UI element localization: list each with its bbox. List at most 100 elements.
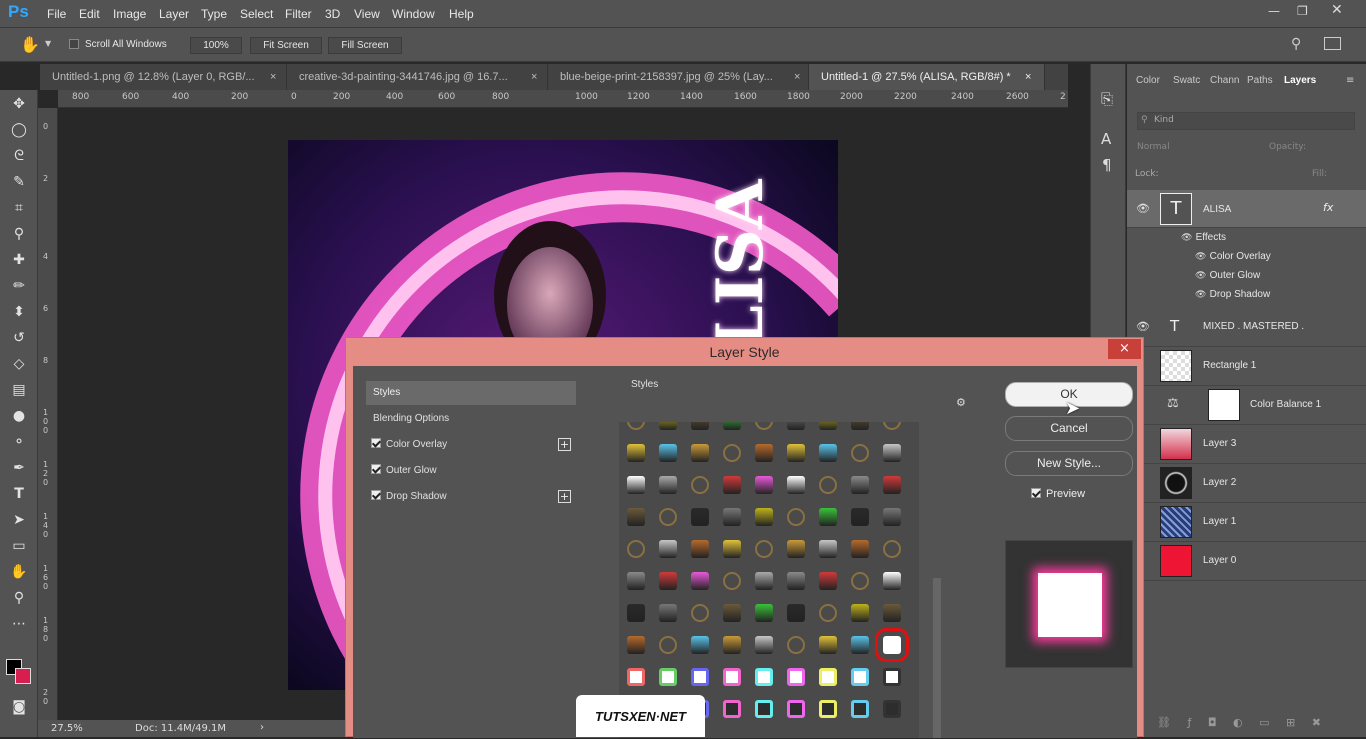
style-swatch[interactable] bbox=[883, 422, 901, 430]
paragraph-panel-icon[interactable]: ¶ bbox=[1102, 156, 1112, 174]
style-swatch[interactable] bbox=[723, 636, 741, 654]
add-drop-shadow-button[interactable]: + bbox=[558, 490, 571, 503]
style-swatch[interactable] bbox=[755, 700, 773, 718]
style-swatch[interactable] bbox=[659, 572, 677, 590]
style-swatch[interactable] bbox=[755, 476, 773, 494]
quick-mask-icon[interactable]: ◙ bbox=[8, 696, 30, 718]
quick-select-icon[interactable]: ✎ bbox=[8, 171, 30, 193]
style-swatch[interactable] bbox=[819, 668, 837, 686]
close-tab-icon[interactable]: × bbox=[1025, 64, 1031, 90]
minimize-icon[interactable]: — bbox=[1268, 4, 1280, 18]
history-panel-icon[interactable]: ⎘ bbox=[1101, 90, 1113, 108]
style-swatch[interactable] bbox=[755, 604, 773, 622]
menu-file[interactable]: File bbox=[47, 7, 66, 21]
pen-tool-icon[interactable]: ✒ bbox=[8, 457, 30, 479]
layers-footer-icons[interactable]: ⛓ ƒ ◘ ◐ ▭ ⊞ ✖ bbox=[1157, 716, 1321, 729]
style-swatch[interactable] bbox=[755, 668, 773, 686]
close-tab-icon[interactable]: × bbox=[270, 64, 276, 90]
style-swatch[interactable] bbox=[723, 422, 741, 430]
style-swatch[interactable] bbox=[627, 604, 645, 622]
style-swatch[interactable] bbox=[787, 476, 805, 494]
checkbox[interactable] bbox=[371, 464, 381, 475]
style-swatch[interactable] bbox=[819, 508, 837, 526]
effect-drop-shadow[interactable]: 👁 Drop Shadow bbox=[1195, 289, 1270, 300]
style-swatch[interactable] bbox=[691, 572, 709, 590]
blend-mode[interactable]: Normal bbox=[1137, 142, 1170, 152]
tab-untitled-png[interactable]: Untitled-1.png @ 12.8% (Layer 0, RGB/...… bbox=[40, 64, 287, 90]
style-swatch[interactable] bbox=[819, 540, 837, 558]
close-tab-icon[interactable]: × bbox=[531, 64, 537, 90]
menu-3d[interactable]: 3D bbox=[325, 7, 340, 21]
tab-color[interactable]: Color bbox=[1136, 75, 1160, 86]
layer-row-layer-2[interactable]: Layer 2 bbox=[1127, 464, 1366, 503]
style-swatch[interactable] bbox=[723, 540, 741, 558]
style-swatch[interactable] bbox=[627, 668, 645, 686]
scroll-all-checkbox[interactable] bbox=[69, 39, 79, 49]
style-swatch[interactable] bbox=[819, 636, 837, 654]
style-swatch[interactable] bbox=[851, 422, 869, 430]
style-swatch[interactable] bbox=[691, 604, 709, 622]
style-swatch[interactable] bbox=[723, 444, 741, 462]
style-swatch[interactable] bbox=[691, 476, 709, 494]
style-swatch[interactable] bbox=[723, 572, 741, 590]
style-swatch[interactable] bbox=[627, 636, 645, 654]
zoom-100-button[interactable]: 100% bbox=[190, 37, 242, 54]
layer-row-layer-3[interactable]: Layer 3 bbox=[1127, 425, 1366, 464]
style-swatch[interactable] bbox=[659, 636, 677, 654]
style-swatch[interactable] bbox=[883, 444, 901, 462]
checkbox[interactable] bbox=[371, 490, 381, 501]
styles-item[interactable]: Styles bbox=[366, 381, 576, 405]
style-swatch[interactable] bbox=[627, 508, 645, 526]
dialog-close-button[interactable]: × bbox=[1108, 339, 1141, 359]
lasso-tool-icon[interactable]: ᘓ bbox=[8, 145, 30, 167]
type-tool-icon[interactable]: T bbox=[8, 483, 30, 505]
style-swatch[interactable] bbox=[787, 636, 805, 654]
close-window-icon[interactable]: ✕ bbox=[1331, 2, 1343, 18]
tab-layers[interactable]: Layers bbox=[1284, 75, 1316, 86]
layer-row-mixed[interactable]: 👁 T MIXED . MASTERED . bbox=[1127, 308, 1366, 347]
style-swatch[interactable] bbox=[851, 668, 869, 686]
menu-filter[interactable]: Filter bbox=[285, 7, 312, 21]
style-swatch[interactable] bbox=[787, 572, 805, 590]
style-swatch[interactable] bbox=[787, 700, 805, 718]
tab-paths[interactable]: Paths bbox=[1247, 75, 1273, 86]
path-select-icon[interactable]: ➤ bbox=[8, 509, 30, 531]
panel-menu-icon[interactable]: ≡ bbox=[1346, 75, 1354, 86]
rectangle-tool-icon[interactable]: ▭ bbox=[8, 535, 30, 557]
tab-channels[interactable]: Chann bbox=[1210, 75, 1239, 86]
blending-options-item[interactable]: Blending Options bbox=[373, 413, 449, 424]
style-swatch[interactable] bbox=[659, 444, 677, 462]
style-swatch[interactable] bbox=[851, 476, 869, 494]
style-swatch[interactable] bbox=[755, 444, 773, 462]
hand-tool-icon[interactable]: ✋ bbox=[20, 35, 40, 54]
menu-type[interactable]: Type bbox=[201, 7, 227, 21]
zoom-level[interactable]: 27.5% bbox=[51, 723, 83, 734]
eraser-tool-icon[interactable]: ◇ bbox=[8, 353, 30, 375]
selected-style-swatch[interactable] bbox=[875, 628, 909, 662]
layer-row-layer-1[interactable]: Layer 1 bbox=[1127, 503, 1366, 542]
style-swatch[interactable] bbox=[627, 476, 645, 494]
style-swatch[interactable] bbox=[723, 476, 741, 494]
outer-glow-item[interactable]: Outer Glow bbox=[371, 464, 437, 476]
style-swatch[interactable] bbox=[691, 422, 709, 430]
styles-swatch-grid[interactable] bbox=[619, 422, 919, 738]
style-swatch[interactable] bbox=[723, 508, 741, 526]
cancel-button[interactable]: Cancel bbox=[1005, 416, 1133, 441]
dodge-tool-icon[interactable]: ⚬ bbox=[8, 431, 30, 453]
effect-outer-glow[interactable]: 👁 Outer Glow bbox=[1195, 270, 1260, 281]
new-style-button[interactable]: New Style... bbox=[1005, 451, 1133, 476]
style-swatch[interactable] bbox=[755, 508, 773, 526]
workspace-icon[interactable] bbox=[1324, 37, 1341, 50]
tab-creative-3d[interactable]: creative-3d-painting-3441746.jpg @ 16.7.… bbox=[287, 64, 548, 90]
layer-row-layer-0[interactable]: Layer 0 bbox=[1127, 542, 1366, 581]
color-overlay-item[interactable]: Color Overlay bbox=[371, 438, 447, 450]
style-swatch[interactable] bbox=[851, 636, 869, 654]
style-swatch[interactable] bbox=[787, 444, 805, 462]
more-tools-icon[interactable]: ⋯ bbox=[8, 613, 30, 635]
menu-layer[interactable]: Layer bbox=[159, 7, 189, 21]
style-swatch[interactable] bbox=[755, 540, 773, 558]
add-color-overlay-button[interactable]: + bbox=[558, 438, 571, 451]
marquee-tool-icon[interactable]: ◯ bbox=[8, 119, 30, 141]
style-swatch[interactable] bbox=[883, 668, 901, 686]
menu-select[interactable]: Select bbox=[240, 7, 273, 21]
